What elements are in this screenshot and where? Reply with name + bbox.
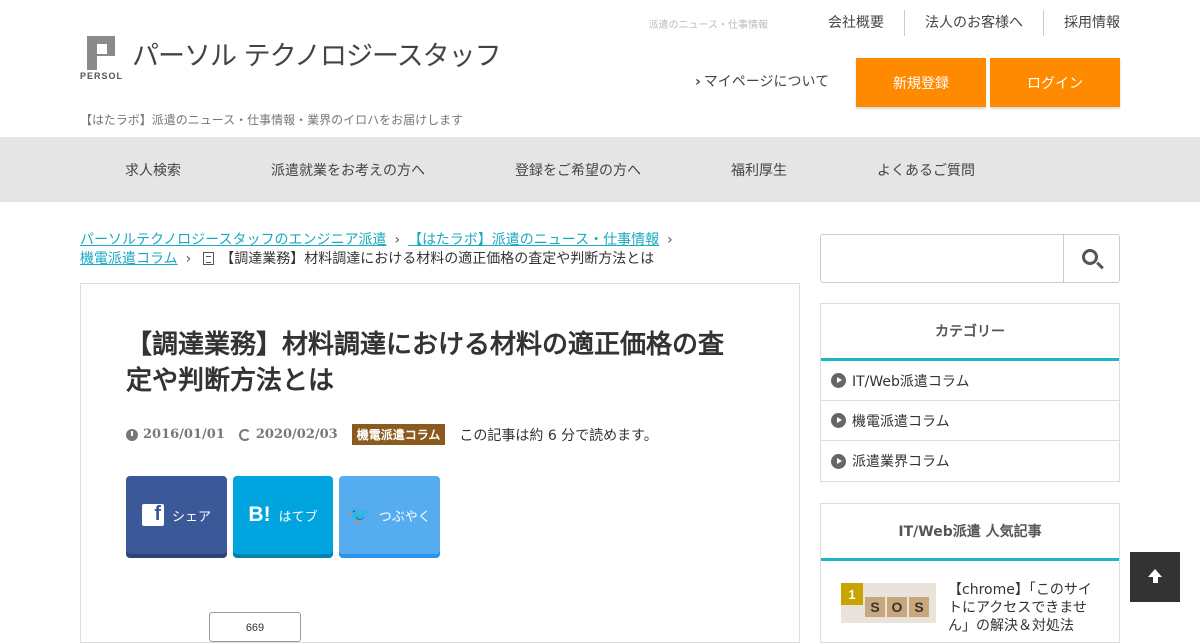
nav-job-search[interactable]: 求人検索 xyxy=(80,160,226,180)
nav-registration[interactable]: 登録をご希望の方へ xyxy=(470,160,686,180)
thumb-block: O xyxy=(887,597,907,617)
search-icon xyxy=(1082,248,1098,265)
mypage-label: マイページについて xyxy=(703,74,830,90)
search-input[interactable] xyxy=(821,235,1063,282)
circle-arrow-icon xyxy=(831,413,846,428)
logo-mark-text: PERSOL xyxy=(80,71,124,81)
hatena-icon: B! xyxy=(248,503,271,526)
twitter-icon: 🐦 xyxy=(348,504,371,525)
popular-posts-widget: IT/Web派遣 人気記事 S O S 1 【chrome】「このサイトにアクセ… xyxy=(820,503,1120,643)
facebook-icon: f xyxy=(141,503,164,526)
breadcrumb-item-engineer[interactable]: パーソルテクノロジースタッフのエンジニア派遣 xyxy=(80,232,386,248)
circle-arrow-icon xyxy=(831,453,846,469)
chevron-right-icon: › xyxy=(695,74,701,90)
hatena-bookmark-button[interactable]: B! はてブ xyxy=(233,476,333,554)
refresh-icon xyxy=(238,428,251,441)
thumb-block: S xyxy=(909,597,929,617)
nav-benefits[interactable]: 福利厚生 xyxy=(686,160,832,180)
updated-date-value: 2020/02/03 xyxy=(255,427,338,442)
site-logo[interactable]: PERSOL パーソル テクノロジースタッフ xyxy=(80,34,502,84)
category-item-kiden[interactable]: 機電派遣コラム xyxy=(821,401,1119,441)
top-nav: 派遣のニュース・仕事情報 会社概要 法人のお客様へ 採用情報 xyxy=(649,10,1120,36)
top-nav-company[interactable]: 会社概要 xyxy=(808,10,904,36)
published-date-value: 2016/01/01 xyxy=(143,427,225,442)
chevron-right-icon: › xyxy=(185,251,192,267)
main-nav: 求人検索 派遣就業をお考えの方へ 登録をご希望の方へ 福利厚生 よくあるご質問 xyxy=(0,137,1200,202)
persol-p-icon xyxy=(87,36,115,70)
category-widget-title: カテゴリー xyxy=(821,304,1119,361)
mypage-link[interactable]: › マイページについて xyxy=(695,71,829,91)
breadcrumb: パーソルテクノロジースタッフのエンジニア派遣 › 【はたラボ】派遣のニュース・仕事情… xyxy=(80,231,800,269)
category-widget: カテゴリー IT/Web派遣コラム 機電派遣コラム 派遣業界コラム xyxy=(820,303,1120,482)
breadcrumb-item-category[interactable]: 機電派遣コラム xyxy=(80,251,178,267)
arrow-up-icon xyxy=(1148,569,1162,583)
circle-arrow-icon xyxy=(831,373,846,388)
rank-badge: 1 xyxy=(841,583,863,605)
popular-post-thumbnail: S O S 1 xyxy=(841,583,936,623)
clock-icon xyxy=(126,428,138,441)
top-nav-business[interactable]: 法人のお客様へ xyxy=(904,10,1043,36)
read-time: この記事は約 6 分で読めます。 xyxy=(459,427,658,444)
popular-widget-title: IT/Web派遣 人気記事 xyxy=(821,504,1119,561)
article-title: 【調達業務】材料調達における材料の適正価格の査定や判断方法とは xyxy=(126,330,725,396)
updated-date: 2020/02/03 xyxy=(238,427,338,442)
document-icon xyxy=(203,252,215,265)
thumb-block: S xyxy=(865,597,885,617)
site-tagline: 【はたラボ】派遣のニュース・仕事情報・業界のイロハをお届けします xyxy=(80,113,464,127)
persol-logo-mark: PERSOL xyxy=(80,34,124,82)
nav-faq[interactable]: よくあるご質問 xyxy=(832,160,1020,180)
site-header: PERSOL パーソル テクノロジースタッフ 【はたラボ】派遣のニュース・仕事情… xyxy=(0,0,1200,137)
category-badge[interactable]: 機電派遣コラム xyxy=(351,424,446,445)
top-nav-news-link[interactable]: 派遣のニュース・仕事情報 xyxy=(649,16,769,31)
search-button[interactable] xyxy=(1063,235,1120,282)
category-item-label: IT/Web派遣コラム xyxy=(852,373,970,390)
logo-text: パーソル テクノロジースタッフ xyxy=(132,41,502,72)
category-item-industry[interactable]: 派遣業界コラム xyxy=(821,441,1119,481)
top-nav-recruit[interactable]: 採用情報 xyxy=(1043,10,1120,36)
share-count-bubble: 669 xyxy=(209,612,301,642)
breadcrumb-current: 【調達業務】材料調達における材料の適正価格の査定や判断方法とは xyxy=(220,251,655,267)
chevron-right-icon: › xyxy=(394,232,401,248)
login-button[interactable]: ログイン xyxy=(990,58,1120,107)
article-meta: 2016/01/01 2020/02/03 機電派遣コラム この記事は約 6 分… xyxy=(126,424,658,445)
breadcrumb-item-hatalabo[interactable]: 【はたラボ】派遣のニュース・仕事情報 xyxy=(408,232,659,248)
popular-post-title: 【chrome】「このサイトにアクセスできません」の解決＆対処法 xyxy=(948,582,1092,634)
sidebar-search xyxy=(820,234,1120,283)
facebook-share-label: シェア xyxy=(171,509,211,525)
twitter-share-button[interactable]: 🐦 つぶやく xyxy=(339,476,440,554)
back-to-top-button[interactable] xyxy=(1130,552,1180,602)
category-item-itweb[interactable]: IT/Web派遣コラム xyxy=(821,361,1119,401)
chevron-right-icon: › xyxy=(667,232,673,248)
published-date: 2016/01/01 xyxy=(126,427,225,442)
category-item-label: 派遣業界コラム xyxy=(852,454,950,470)
hatena-label: はてブ xyxy=(278,509,318,525)
article-card: 【調達業務】材料調達における材料の適正価格の査定や判断方法とは 2016/01/… xyxy=(80,283,800,643)
category-item-label: 機電派遣コラム xyxy=(852,413,950,430)
register-button[interactable]: 新規登録 xyxy=(856,58,986,107)
twitter-share-label: つぶやく xyxy=(378,509,431,525)
facebook-share-button[interactable]: f シェア xyxy=(126,476,227,554)
nav-considering-dispatch[interactable]: 派遣就業をお考えの方へ xyxy=(226,160,470,180)
